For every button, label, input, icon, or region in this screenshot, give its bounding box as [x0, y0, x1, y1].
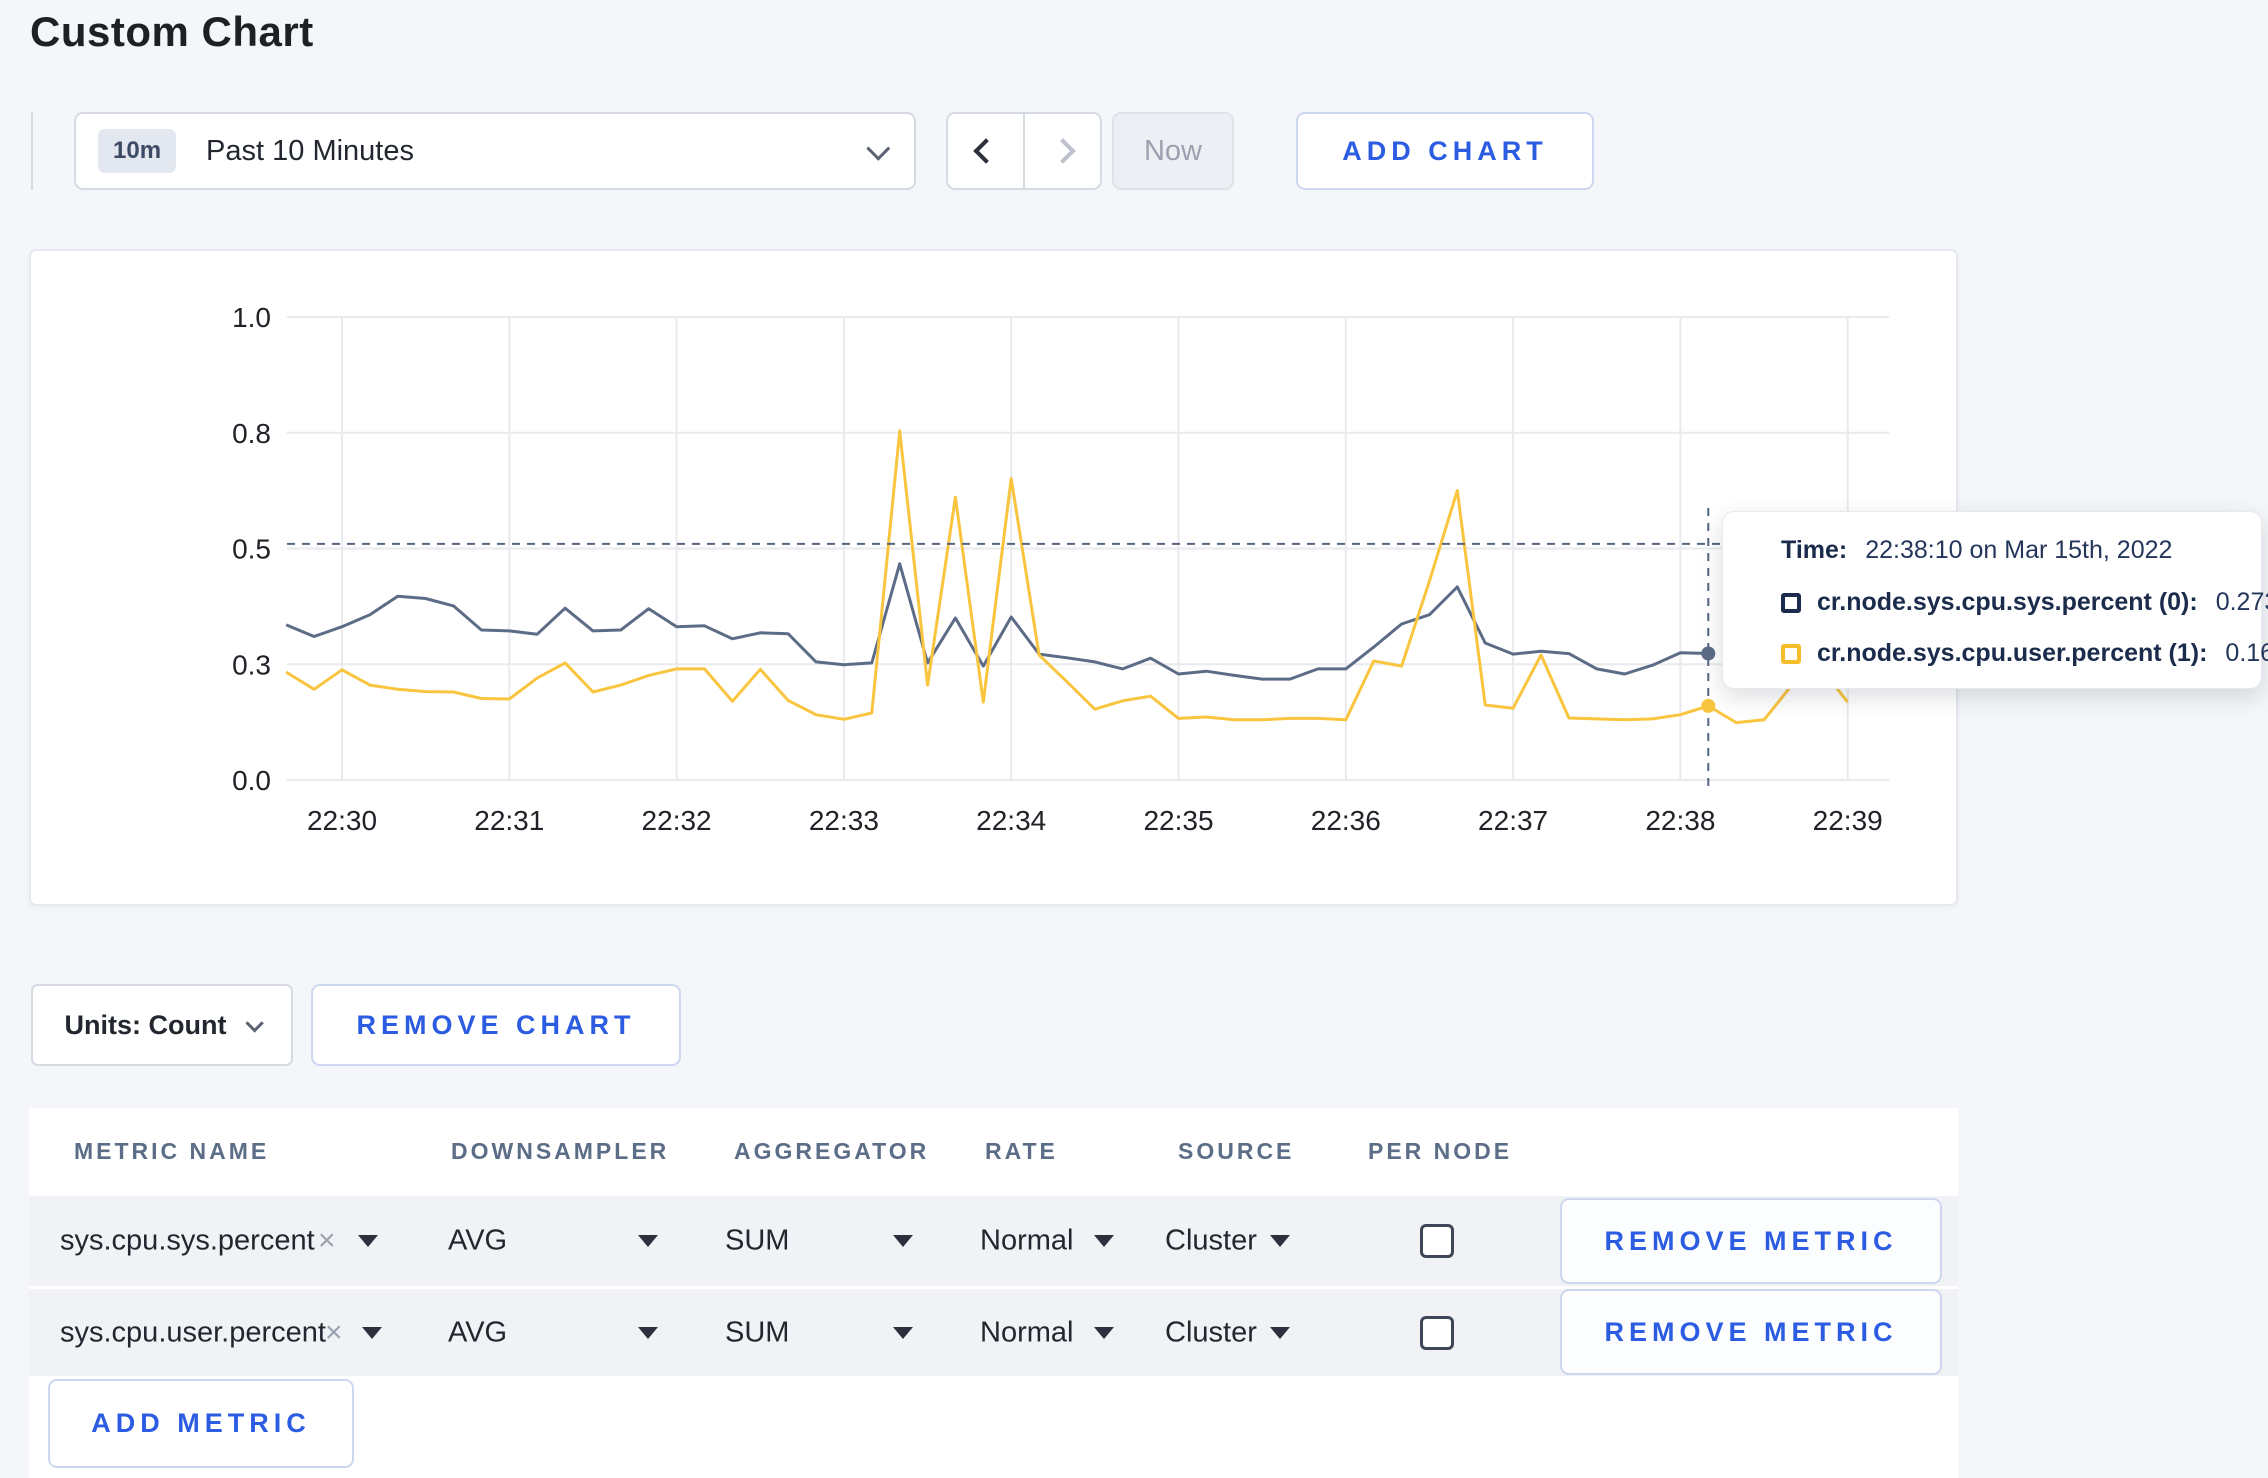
source-select[interactable]: Cluster	[1165, 1316, 1257, 1349]
units-dropdown[interactable]: Units: Count	[31, 984, 293, 1066]
downsampler-select[interactable]: AVG	[448, 1316, 507, 1349]
col-header-source: SOURCE	[1178, 1138, 1295, 1164]
tooltip-series-value: 0.1601	[2225, 639, 2268, 667]
rate-select[interactable]: Normal	[980, 1225, 1073, 1258]
source-select[interactable]: Cluster	[1165, 1225, 1257, 1258]
tooltip-series-row: cr.node.sys.cpu.sys.percent (0): 0.2732	[1781, 588, 2268, 617]
remove-metric-button[interactable]: REMOVE METRIC	[1560, 1289, 1942, 1375]
time-range-badge: 10m	[98, 129, 177, 173]
metric-row: sys.cpu.sys.percent × AVG SUM Normal Clu…	[29, 1196, 1958, 1286]
time-range-dropdown[interactable]: 10m Past 10 Minutes	[74, 112, 916, 190]
add-metric-button[interactable]: ADD METRIC	[48, 1379, 354, 1468]
chart-hover-tooltip: Time: 22:38:10 on Mar 15th, 2022 cr.node…	[1722, 511, 2268, 689]
rate-caret-icon[interactable]	[1094, 1326, 1114, 1339]
clear-metric-icon[interactable]: ×	[318, 1224, 336, 1258]
hover-dot-user	[1701, 698, 1716, 713]
chart-crosshair	[287, 508, 1889, 788]
y-axis-tick: 1.0	[232, 302, 271, 333]
clear-metric-icon[interactable]: ×	[325, 1316, 343, 1350]
chart-axis-labels: 0.0 0.3 0.5 0.8 1.0 22:30 22:31 22:32 22:33 22:34…	[232, 302, 1883, 836]
x-axis-tick: 22:38	[1645, 805, 1715, 836]
toolbar-divider	[31, 112, 33, 190]
source-caret-icon[interactable]	[1270, 1235, 1290, 1247]
downsampler-select[interactable]: AVG	[448, 1225, 507, 1258]
col-header-rate: RATE	[985, 1138, 1058, 1164]
y-axis-tick: 0.0	[232, 765, 271, 796]
prev-time-button[interactable]	[948, 114, 1023, 188]
remove-metric-button[interactable]: REMOVE METRIC	[1560, 1198, 1942, 1284]
per-node-checkbox[interactable]	[1420, 1224, 1454, 1258]
metric-name-value: sys.cpu.sys.percent	[60, 1224, 315, 1257]
metric-name-value: sys.cpu.user.percent	[60, 1316, 326, 1348]
aggregator-select[interactable]: SUM	[725, 1225, 789, 1258]
downsampler-caret-icon[interactable]	[638, 1235, 658, 1247]
chevron-down-icon	[245, 1013, 265, 1033]
tooltip-time-label: Time:	[1781, 536, 1848, 564]
per-node-checkbox[interactable]	[1420, 1315, 1454, 1350]
aggregator-select[interactable]: SUM	[725, 1316, 789, 1349]
tooltip-series-row: cr.node.sys.cpu.user.percent (1): 0.1601	[1781, 639, 2268, 668]
col-header-aggregator: AGGREGATOR	[734, 1138, 930, 1164]
x-axis-tick: 22:30	[307, 805, 377, 836]
metric-name-caret-icon[interactable]	[362, 1326, 382, 1339]
metric-name-caret-icon[interactable]	[358, 1235, 378, 1247]
remove-chart-button[interactable]: REMOVE CHART	[311, 984, 681, 1066]
add-chart-button[interactable]: ADD CHART	[1296, 112, 1594, 190]
x-axis-tick: 22:33	[809, 805, 879, 836]
timeseries-chart[interactable]: 0.0 0.3 0.5 0.8 1.0 22:30 22:31 22:32 22:33 22:34…	[31, 251, 1956, 904]
col-header-downsampler: DOWNSAMPLER	[451, 1138, 670, 1164]
tooltip-series-label: cr.node.sys.cpu.user.percent (1):	[1817, 639, 2208, 667]
x-axis-tick: 22:34	[976, 805, 1046, 836]
rate-caret-icon[interactable]	[1094, 1235, 1114, 1247]
col-header-per-node: PER NODE	[1368, 1138, 1513, 1164]
time-range-label: Past 10 Minutes	[206, 134, 414, 167]
chevron-down-icon	[866, 136, 891, 161]
user-series-swatch-icon	[1781, 643, 1801, 664]
time-nav-group	[946, 112, 1102, 190]
rate-select[interactable]: Normal	[980, 1316, 1073, 1349]
x-axis-tick: 22:35	[1143, 805, 1213, 836]
x-axis-tick: 22:39	[1813, 805, 1883, 836]
x-axis-tick: 22:37	[1478, 805, 1548, 836]
x-axis-tick: 22:31	[474, 805, 544, 836]
units-label: Units: Count	[64, 1009, 227, 1040]
now-button[interactable]: Now	[1112, 112, 1234, 190]
tooltip-series-value: 0.2732	[2215, 588, 2268, 616]
aggregator-caret-icon[interactable]	[893, 1326, 913, 1339]
x-axis-tick: 22:36	[1311, 805, 1381, 836]
y-axis-tick: 0.3	[232, 649, 271, 680]
hover-dot-sys	[1701, 646, 1716, 661]
y-axis-tick: 0.5	[232, 534, 271, 565]
downsampler-caret-icon[interactable]	[638, 1326, 658, 1339]
chevron-left-icon	[972, 138, 999, 164]
tooltip-series-label: cr.node.sys.cpu.sys.percent (0):	[1817, 588, 2198, 616]
chevron-right-icon	[1049, 138, 1076, 164]
chart-card: 0.0 0.3 0.5 0.8 1.0 22:30 22:31 22:32 22:33 22:34…	[29, 249, 1958, 906]
aggregator-caret-icon[interactable]	[893, 1235, 913, 1247]
source-caret-icon[interactable]	[1270, 1326, 1290, 1339]
metric-row: sys.cpu.user.percent × AVG SUM Normal Cl…	[29, 1286, 1958, 1376]
col-header-metric-name: METRIC NAME	[74, 1138, 270, 1164]
tooltip-time-value: 22:38:10 on Mar 15th, 2022	[1865, 536, 2173, 564]
x-axis-tick: 22:32	[642, 805, 712, 836]
tooltip-time-row: Time: 22:38:10 on Mar 15th, 2022	[1781, 536, 2172, 565]
sys-series-swatch-icon	[1781, 592, 1801, 613]
chart-gridlines	[287, 316, 1889, 781]
next-time-button[interactable]	[1023, 114, 1100, 188]
series-line-user	[285, 429, 1849, 725]
page-title: Custom Chart	[30, 8, 314, 55]
y-axis-tick: 0.8	[232, 418, 271, 449]
